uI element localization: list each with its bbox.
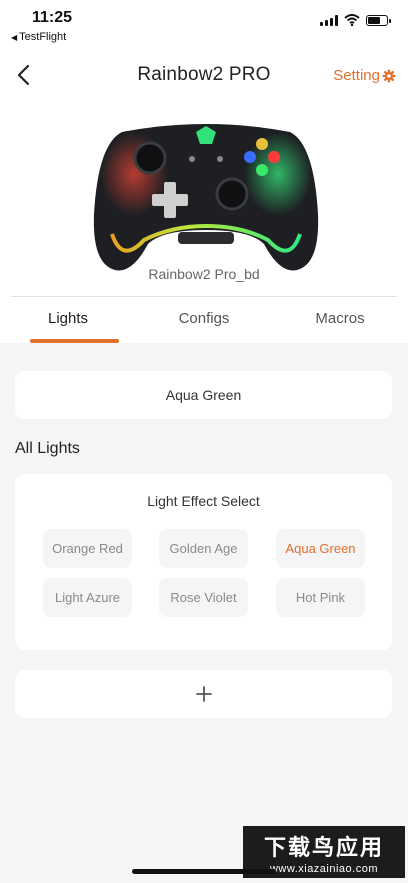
light-effect-card: Light Effect Select Orange Red Golden Ag… [15,474,392,650]
effect-option-light-azure[interactable]: Light Azure [43,578,132,617]
effect-option-hot-pink[interactable]: Hot Pink [276,578,365,617]
settings-label: Setting [333,67,380,84]
watermark-title: 下载鸟应用 [263,836,384,861]
tab-bar: Lights Configs Macros [0,300,408,343]
wifi-icon [344,14,360,26]
tab-macros[interactable]: Macros [272,300,408,343]
light-effect-title: Light Effect Select [147,493,260,509]
device-name: Rainbow2 Pro_bd [148,266,260,282]
effect-option-golden-age[interactable]: Golden Age [159,529,248,568]
divider [11,296,397,297]
status-time: 11:25 [32,9,73,26]
battery-icon [366,14,391,26]
status-icons [320,14,391,26]
settings-button[interactable]: Setting [333,67,396,84]
gear-icon [382,69,396,82]
back-to-app-link[interactable]: ◀ TestFlight [11,31,66,43]
current-light-card[interactable]: Aqua Green [15,371,392,419]
effect-option-aqua-green[interactable]: Aqua Green [276,529,365,568]
section-title: All Lights [15,440,80,457]
tab-configs[interactable]: Configs [136,300,272,343]
controller-image [93,124,319,271]
home-indicator [132,869,276,874]
add-light-button[interactable] [15,670,392,718]
effect-option-rose-violet[interactable]: Rose Violet [159,578,248,617]
plus-icon [195,686,212,702]
back-app-label: TestFlight [19,31,67,43]
tab-lights[interactable]: Lights [0,300,136,343]
signal-icon [320,14,338,26]
back-triangle-icon: ◀ [11,32,18,42]
effect-option-orange-red[interactable]: Orange Red [43,529,132,568]
current-light-label: Aqua Green [165,387,242,403]
